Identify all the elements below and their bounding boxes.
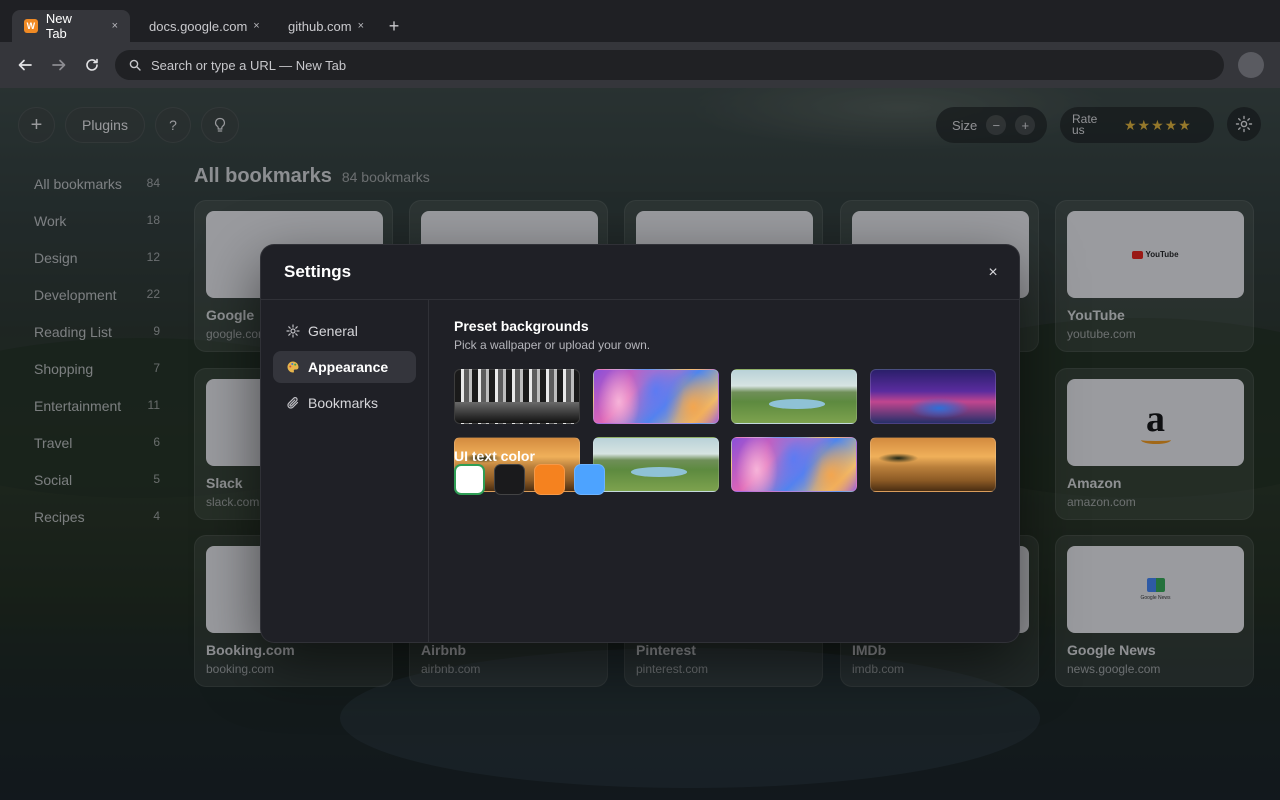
back-button[interactable] [13, 53, 37, 77]
settings-nav: General Appearance Bookmarks [261, 300, 429, 642]
wallpaper-option-river[interactable] [593, 437, 719, 492]
paperclip-icon [285, 395, 301, 411]
tab-label: docs.google.com [149, 18, 248, 34]
settings-nav-bookmarks[interactable]: Bookmarks [273, 387, 416, 419]
gear-icon [285, 323, 301, 339]
wallpaper-option-swirl[interactable] [593, 369, 719, 424]
tab-bar: W New Tab × docs.google.com × github.com… [0, 0, 1280, 42]
settings-title: Settings [284, 262, 352, 281]
wallpaper-option-swirl[interactable] [731, 437, 857, 492]
wallpaper-option-savanna[interactable] [870, 437, 996, 492]
tab-label: New Tab [45, 11, 72, 41]
browser-toolbar: Search or type a URL — New Tab [0, 42, 1280, 88]
wallpaper-option-river[interactable] [731, 369, 857, 424]
arrow-right-icon [52, 59, 66, 71]
app-favicon-icon: W [24, 19, 38, 33]
preset-backgrounds-description: Pick a wallpaper or upload your own. [454, 338, 651, 352]
settings-nav-label: Appearance [308, 359, 389, 375]
text-color-swatch-white[interactable] [454, 464, 485, 495]
text-color-swatch-black[interactable] [494, 464, 525, 495]
tab-new-tab[interactable]: W New Tab × [12, 10, 130, 42]
address-bar-placeholder: Search or type a URL — New Tab [151, 57, 347, 73]
address-bar[interactable]: Search or type a URL — New Tab [115, 50, 1224, 80]
profile-avatar[interactable] [1238, 52, 1264, 78]
reload-icon [86, 58, 98, 71]
search-icon [129, 59, 141, 71]
settings-nav-label: General [308, 323, 358, 339]
text-color-swatch-orange[interactable] [534, 464, 565, 495]
close-icon[interactable]: × [253, 20, 259, 32]
tab-label: github.com [288, 18, 352, 34]
tab-docs[interactable]: docs.google.com × [137, 10, 271, 42]
text-color-swatch-blue[interactable] [574, 464, 605, 495]
close-icon[interactable]: × [112, 20, 118, 32]
reload-button[interactable] [80, 53, 104, 77]
forward-button[interactable] [47, 53, 71, 77]
new-tab-button[interactable]: + [384, 16, 404, 36]
close-icon[interactable]: × [358, 20, 364, 32]
tab-github[interactable]: github.com × [276, 10, 376, 42]
settings-nav-general[interactable]: General [273, 315, 416, 347]
palette-icon [285, 359, 301, 375]
wallpaper-option-city[interactable] [454, 369, 580, 424]
settings-nav-label: Bookmarks [308, 395, 379, 411]
appearance-panel: Preset backgrounds Pick a wallpaper or u… [454, 318, 996, 495]
settings-dialog: Settings × General Appearance Bookmarks … [260, 244, 1020, 643]
preset-backgrounds-title: Preset backgrounds [454, 318, 589, 334]
settings-nav-appearance[interactable]: Appearance [273, 351, 416, 383]
ui-text-color-title: UI text color [454, 448, 535, 464]
arrow-left-icon [18, 59, 32, 71]
close-settings-button[interactable]: × [983, 263, 1003, 283]
settings-header: Settings × [261, 245, 1019, 300]
wallpaper-option-car[interactable] [870, 369, 996, 424]
